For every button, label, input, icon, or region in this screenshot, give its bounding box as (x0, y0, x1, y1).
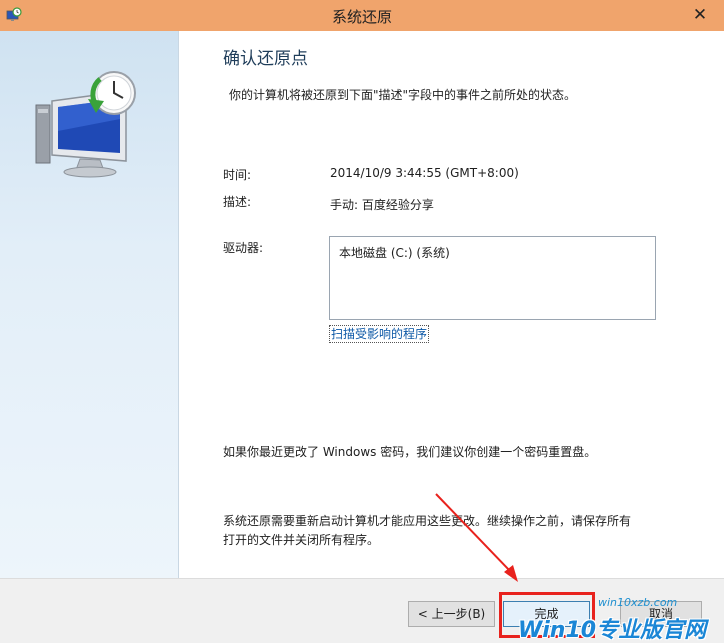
description-label: 描述: (223, 195, 252, 209)
time-value: 2014/10/9 3:44:55 (GMT+8:00) (330, 166, 519, 180)
password-reset-note: 如果你最近更改了 Windows 密码，我们建议你创建一个密码重置盘。 (223, 445, 597, 459)
description-value: 手动: 百度经验分享 (330, 198, 434, 212)
main-content: 确认还原点 你的计算机将被还原到下面"描述"字段中的事件之前所处的状态。 时间:… (179, 31, 724, 578)
drives-list[interactable]: 本地磁盘 (C:) (系统) (329, 236, 656, 320)
title-bar: 系统还原 ✕ (0, 0, 724, 31)
left-side-panel (0, 31, 179, 578)
system-restore-icon (35, 71, 136, 178)
close-icon[interactable]: ✕ (686, 2, 714, 28)
restart-note-line-1: 系统还原需要重新启动计算机才能应用这些更改。继续操作之前，请保存所有 (223, 514, 632, 528)
time-label: 时间: (223, 168, 252, 182)
back-button[interactable]: < 上一步(B) (408, 601, 495, 627)
page-title: 确认还原点 (223, 49, 308, 69)
restart-note-line-2: 打开的文件并关闭所有程序。 (223, 533, 380, 547)
watermark-url: win10xzb.com (598, 596, 678, 609)
scan-affected-programs-link[interactable]: 扫描受影响的程序 (329, 325, 430, 343)
drive-list-item[interactable]: 本地磁盘 (C:) (系统) (339, 244, 450, 261)
watermark-brand: Win10专业版官网 (518, 618, 707, 643)
window-title: 系统还原 (331, 8, 392, 26)
drives-label: 驱动器: (223, 241, 264, 255)
intro-text: 你的计算机将被还原到下面"描述"字段中的事件之前所处的状态。 (229, 88, 577, 102)
